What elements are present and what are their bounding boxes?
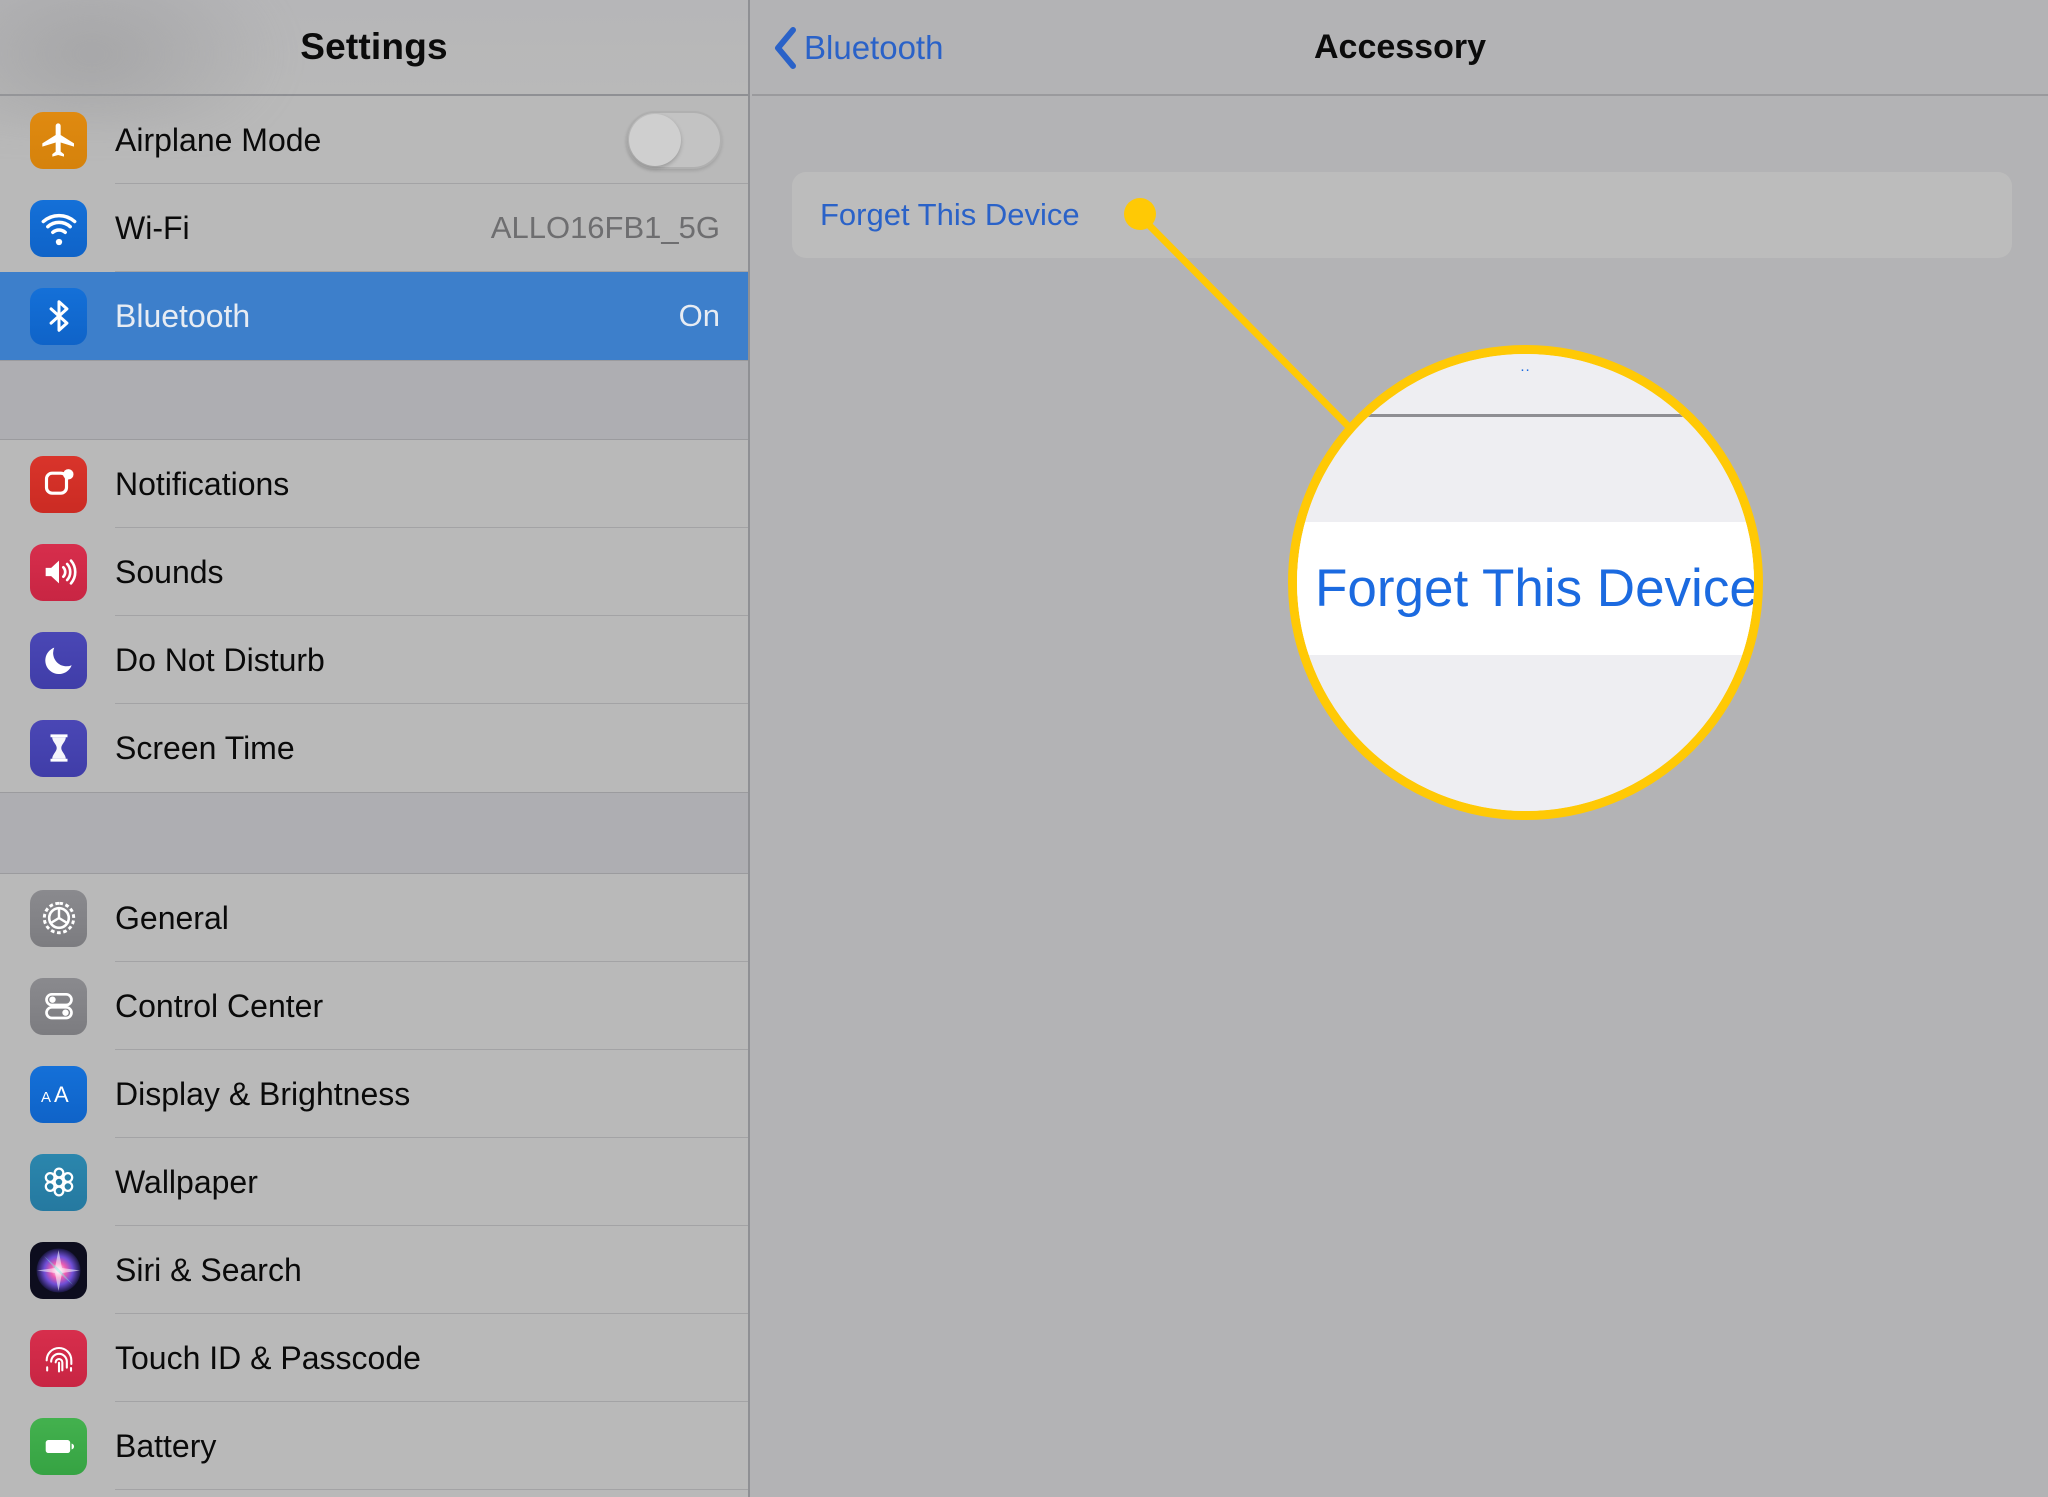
sidebar-group-connectivity: Airplane Mode Wi-Fi ALLO16FB1_5G Bluetoo… (0, 96, 748, 360)
siri-icon (30, 1241, 87, 1299)
settings-sidebar: Settings Airplane Mode Wi-Fi ALLO16FB1_5… (0, 0, 750, 1497)
screen-time-icon (30, 719, 87, 777)
notifications-icon (30, 455, 87, 513)
sidebar-item-screen-time[interactable]: Screen Time (0, 704, 748, 792)
sidebar-section-gap (0, 360, 748, 440)
magnifier-separator-line (1297, 414, 1754, 417)
magnified-forget-this-device-label: Forget This Device (1315, 559, 1759, 618)
sidebar-item-label: General (115, 899, 229, 936)
battery-icon (30, 1417, 87, 1475)
page-title: Settings (300, 26, 448, 67)
control-center-icon (30, 977, 87, 1035)
svg-text:A: A (54, 1082, 69, 1107)
wallpaper-icon (30, 1153, 87, 1211)
back-button-label: Bluetooth (804, 29, 944, 66)
sidebar-item-display-brightness[interactable]: A A Display & Brightness (0, 1050, 748, 1138)
airplane-icon (30, 111, 87, 169)
toggle-knob (629, 114, 681, 166)
bluetooth-state-value: On (678, 298, 720, 333)
sidebar-item-touch-id-passcode[interactable]: Touch ID & Passcode (0, 1314, 748, 1402)
sidebar-item-label: Do Not Disturb (115, 641, 325, 678)
back-to-bluetooth-button[interactable]: Bluetooth (772, 0, 943, 96)
forget-this-device-button[interactable]: Forget This Device (792, 172, 2012, 258)
magnifier-circle: .. Forget This Device (1288, 345, 1763, 820)
sidebar-item-label: Airplane Mode (115, 121, 322, 158)
sidebar-header: Settings (0, 0, 748, 130)
sidebar-item-do-not-disturb[interactable]: Do Not Disturb (0, 616, 748, 704)
sounds-icon (30, 543, 87, 601)
sidebar-group-system: General Control Center A A Display & Bri… (0, 874, 748, 1490)
wifi-network-value: ALLO16FB1_5G (490, 210, 720, 245)
sidebar-item-bluetooth[interactable]: Bluetooth On (0, 272, 748, 360)
gear-icon (30, 889, 87, 947)
sidebar-item-label: Wi-Fi (115, 209, 190, 246)
ipad-settings-screen: Settings Airplane Mode Wi-Fi ALLO16FB1_5… (0, 0, 2048, 1497)
sidebar-section-gap (0, 792, 748, 874)
detail-header: Bluetooth Accessory (752, 0, 2048, 96)
display-brightness-icon: A A (30, 1065, 87, 1123)
sidebar-item-wifi[interactable]: Wi-Fi ALLO16FB1_5G (0, 184, 748, 272)
row-separator (115, 1489, 748, 1490)
sidebar-item-label: Screen Time (115, 729, 295, 766)
airplane-mode-toggle[interactable] (626, 111, 722, 169)
sidebar-item-label: Siri & Search (115, 1251, 302, 1288)
sidebar-item-siri-search[interactable]: Siri & Search (0, 1226, 748, 1314)
sidebar-item-airplane-mode[interactable]: Airplane Mode (0, 96, 748, 184)
sidebar-item-label: Battery (115, 1427, 217, 1464)
magnifier-content: .. Forget This Device (1297, 354, 1754, 811)
sidebar-item-label: Sounds (115, 553, 224, 590)
chevron-left-icon (775, 27, 796, 69)
svg-text:A: A (41, 1089, 51, 1106)
sidebar-item-label: Wallpaper (115, 1163, 258, 1200)
do-not-disturb-icon (30, 631, 87, 689)
wifi-icon (30, 199, 87, 257)
sidebar-item-label: Display & Brightness (115, 1075, 411, 1112)
touch-id-icon (30, 1329, 87, 1387)
callout-marker-dot (1124, 198, 1156, 230)
sidebar-item-wallpaper[interactable]: Wallpaper (0, 1138, 748, 1226)
sidebar-item-sounds[interactable]: Sounds (0, 528, 748, 616)
sidebar-item-label: Control Center (115, 987, 324, 1024)
sidebar-item-control-center[interactable]: Control Center (0, 962, 748, 1050)
forget-this-device-label: Forget This Device (820, 197, 1080, 232)
detail-title: Accessory (1313, 28, 1486, 66)
sidebar-group-notifications: Notifications Sounds Do Not Disturb Scre… (0, 440, 748, 792)
sidebar-item-notifications[interactable]: Notifications (0, 440, 748, 528)
sidebar-item-label: Bluetooth (115, 297, 251, 334)
sidebar-item-general[interactable]: General (0, 874, 748, 962)
sidebar-item-label: Touch ID & Passcode (115, 1339, 421, 1376)
magnifier-highlight-band: Forget This Device (1297, 522, 1754, 655)
sidebar-item-label: Notifications (115, 465, 290, 502)
magnifier-partial-text: .. (1520, 358, 1531, 375)
bluetooth-icon (30, 287, 87, 345)
sidebar-item-battery[interactable]: Battery (0, 1402, 748, 1490)
